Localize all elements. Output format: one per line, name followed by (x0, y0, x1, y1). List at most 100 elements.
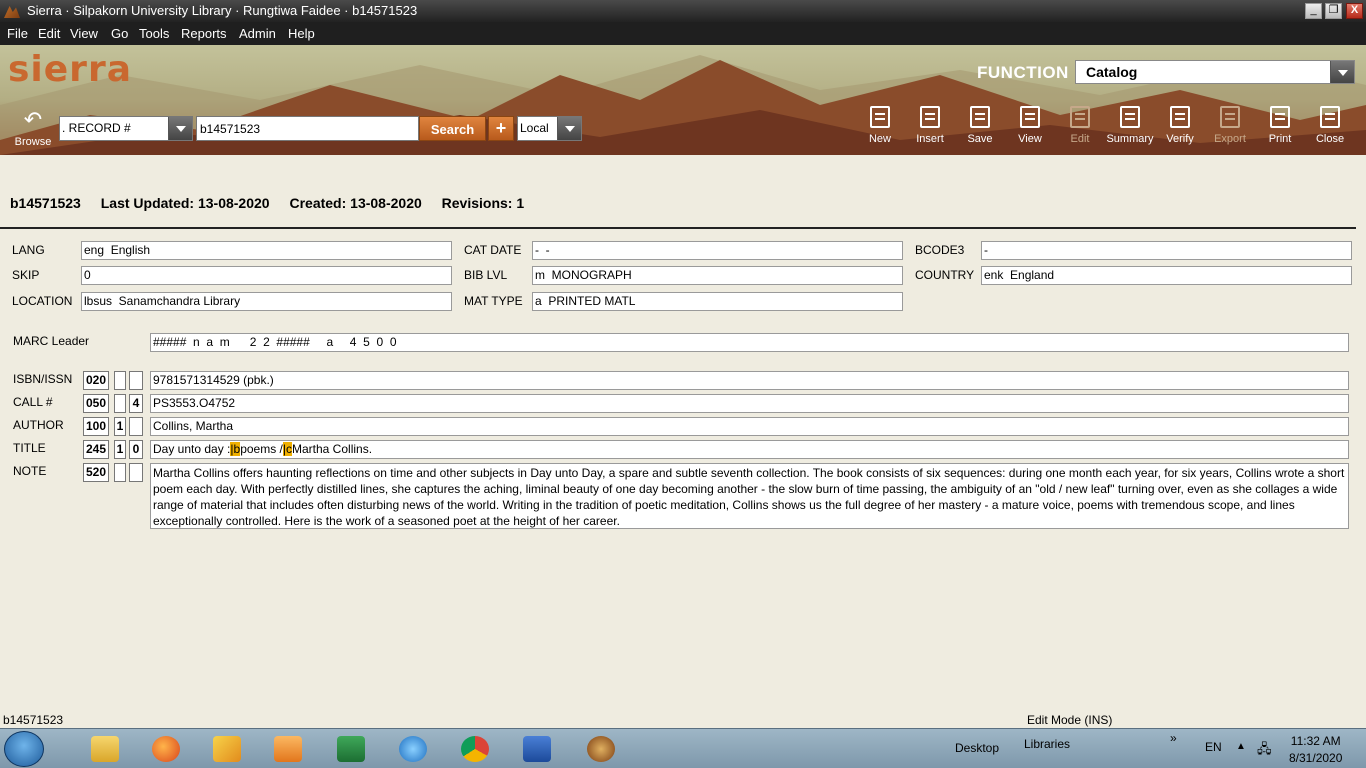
title-field[interactable]: Day unto day :|bpoems /|cMartha Collins. (150, 440, 1349, 459)
isbn-field[interactable]: 9781571314529 (pbk.) (150, 371, 1349, 390)
toolbar-chevron[interactable]: » (1170, 731, 1177, 745)
note-ind1[interactable] (114, 463, 126, 482)
location-field[interactable]: lbsus Sanamchandra Library (81, 292, 452, 311)
new-record-icon (870, 106, 890, 128)
desktop-toolbar[interactable]: Desktop (955, 741, 999, 755)
chevron-down-icon[interactable] (168, 117, 192, 140)
chevron-down-icon[interactable] (557, 117, 581, 140)
menu-reports[interactable]: Reports (181, 26, 227, 41)
call-field[interactable]: PS3553.O4752 (150, 394, 1349, 413)
browse-button[interactable]: ↶ Browse (12, 108, 54, 149)
close-window-button[interactable]: X (1346, 3, 1363, 19)
insert-button[interactable]: Insert (905, 106, 955, 145)
isbn-label: ISBN/ISSN (13, 372, 73, 386)
print-button[interactable]: Print (1255, 106, 1305, 145)
network-icon[interactable]: 🖧 (1257, 740, 1272, 762)
menu-edit[interactable]: Edit (38, 26, 60, 41)
taskbar-ie[interactable] (384, 731, 442, 767)
firefox-icon (152, 736, 180, 762)
menu-go[interactable]: Go (111, 26, 128, 41)
scope-select[interactable]: Local (517, 116, 582, 141)
revisions: Revisions: 1 (441, 195, 525, 211)
maximize-button[interactable]: ❐ (1325, 3, 1342, 19)
sierra-logo: sierra (8, 49, 132, 90)
close-button[interactable]: Close (1305, 106, 1355, 145)
insert-icon (920, 106, 940, 128)
app-icon (213, 736, 241, 762)
title-tag[interactable]: 245 (83, 440, 109, 459)
note-field[interactable]: Martha Collins offers haunting reflectio… (150, 463, 1349, 529)
function-value: Catalog (1086, 64, 1138, 80)
lang-field[interactable]: eng English (81, 241, 452, 260)
taskbar-explorer[interactable] (76, 731, 134, 767)
menu-tools[interactable]: Tools (139, 26, 169, 41)
author-tag[interactable]: 100 (83, 417, 109, 436)
skip-field[interactable]: 0 (81, 266, 452, 285)
mattype-field[interactable]: a PRINTED MATL (532, 292, 903, 311)
marc-leader-field[interactable]: ##### n a m 2 2 ##### a 4 5 0 0 (150, 333, 1349, 352)
taskbar-chrome[interactable] (446, 731, 504, 767)
edit-button[interactable]: Edit (1055, 106, 1105, 145)
search-button[interactable]: Search (419, 116, 486, 141)
country-field[interactable]: enk England (981, 266, 1352, 285)
summary-button[interactable]: Summary (1105, 106, 1155, 145)
insert-label: Insert (916, 133, 944, 145)
add-search-button[interactable]: + (488, 116, 514, 141)
author-field[interactable]: Collins, Martha (150, 417, 1349, 436)
folder-icon (91, 736, 119, 762)
print-label: Print (1268, 133, 1292, 145)
export-button[interactable]: Export (1205, 106, 1255, 145)
note-tag[interactable]: 520 (83, 463, 109, 482)
taskbar-firefox[interactable] (137, 731, 195, 767)
status-record-id: b14571523 (3, 713, 64, 727)
isbn-ind2[interactable] (129, 371, 143, 390)
call-tag[interactable]: 050 (83, 394, 109, 413)
mattype-label: MAT TYPE (464, 294, 523, 308)
biblvl-field[interactable]: m MONOGRAPH (532, 266, 903, 285)
minimize-button[interactable]: _ (1305, 3, 1322, 19)
menu-file[interactable]: File (7, 26, 28, 41)
menu-view[interactable]: View (70, 26, 98, 41)
save-icon (970, 106, 990, 128)
language-indicator[interactable]: EN (1205, 740, 1222, 754)
menu-admin[interactable]: Admin (239, 26, 276, 41)
lang-label: LANG (12, 243, 45, 257)
note-ind2[interactable] (129, 463, 143, 482)
tray-up-arrow-icon[interactable]: ▲ (1236, 741, 1246, 752)
function-select[interactable]: Catalog (1075, 60, 1355, 84)
record-header: b14571523 Last Updated: 13-08-2020 Creat… (10, 195, 540, 211)
isbn-tag[interactable]: 020 (83, 371, 109, 390)
view-button[interactable]: View (1005, 106, 1055, 145)
call-ind2[interactable]: 4 (129, 394, 143, 413)
clock-time: 11:32 AM (1290, 734, 1341, 748)
taskbar-app[interactable] (198, 731, 256, 767)
taskbar-excel[interactable] (322, 731, 380, 767)
bcode3-field[interactable]: - (981, 241, 1352, 260)
taskbar-sierra[interactable] (572, 731, 630, 767)
chevron-down-icon[interactable] (1330, 61, 1354, 83)
clock[interactable]: 11:32 AM 8/31/2020 (1289, 734, 1342, 765)
libraries-toolbar[interactable]: Libraries (1024, 737, 1070, 751)
summary-label: Summary (1106, 133, 1154, 145)
author-label: AUTHOR (13, 418, 64, 432)
title-ind2[interactable]: 0 (129, 440, 143, 459)
last-updated: Last Updated: 13-08-2020 (100, 195, 270, 211)
verify-button[interactable]: Verify (1155, 106, 1205, 145)
isbn-ind1[interactable] (114, 371, 126, 390)
save-button[interactable]: Save (955, 106, 1005, 145)
new-button[interactable]: New (855, 106, 905, 145)
catdate-field[interactable]: - - (532, 241, 903, 260)
new-label: New (868, 133, 891, 145)
title-ind1[interactable]: 1 (114, 440, 126, 459)
start-button[interactable] (4, 731, 44, 767)
search-input[interactable] (196, 116, 419, 141)
author-ind1[interactable]: 1 (114, 417, 126, 436)
menu-help[interactable]: Help (288, 26, 315, 41)
title-text-b: poems / (240, 442, 283, 456)
taskbar-word[interactable] (508, 731, 566, 767)
taskbar-media[interactable] (259, 731, 317, 767)
call-ind1[interactable] (114, 394, 126, 413)
author-ind2[interactable] (129, 417, 143, 436)
summary-icon (1120, 106, 1140, 128)
index-select[interactable]: . RECORD # (59, 116, 193, 141)
